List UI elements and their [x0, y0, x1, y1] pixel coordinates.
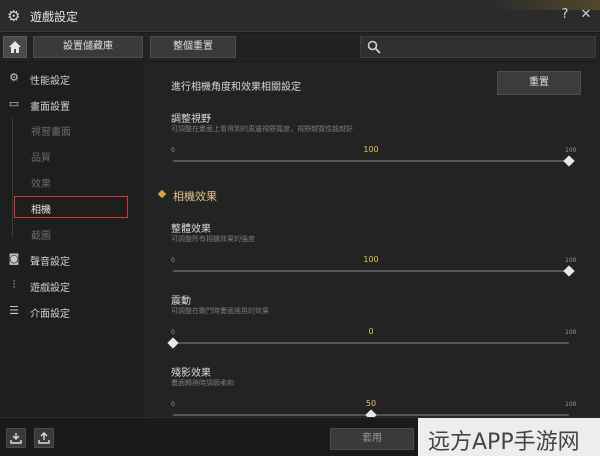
- diamond-bullet-icon: [157, 189, 167, 199]
- sidebar-subitem-quality[interactable]: 品質: [14, 144, 128, 166]
- list-icon: ☰: [9, 304, 19, 317]
- sidebar: ⚙ 性能設定 ▭ 畫面設置 視窗畫面 品質 效果 相機 截圖 ◙ 聲音設定 ⫶ …: [0, 62, 146, 417]
- search-box[interactable]: [360, 36, 596, 58]
- slider-value: 50: [365, 399, 377, 408]
- slider-thumb[interactable]: [563, 265, 575, 277]
- setting-shake: 震動 可調整在戰鬥時畫面搖晃的效果 0 0 100: [167, 292, 581, 356]
- section-title: 相機效果: [173, 190, 217, 203]
- slider-min: 0: [171, 329, 175, 336]
- sidebar-item-sound[interactable]: ◙ 聲音設定: [0, 248, 146, 270]
- slider-min: 0: [171, 401, 175, 408]
- sub-menu-line: [12, 118, 13, 238]
- watermark: 远方APP手游网: [418, 418, 600, 456]
- sidebar-subitem-label: 視窗畫面: [31, 127, 71, 138]
- panel-heading: 進行相機角度和效果相關設定: [171, 82, 301, 93]
- sidebar-subitem-window[interactable]: 視窗畫面: [14, 118, 128, 140]
- sidebar-subitem-effects[interactable]: 效果: [14, 170, 128, 192]
- monitor-icon: ▭: [8, 97, 20, 110]
- slider-min: 0: [171, 147, 175, 154]
- reset-button[interactable]: 重置: [497, 71, 581, 95]
- sidebar-subitem-camera[interactable]: 相機: [14, 196, 128, 218]
- speaker-icon: ◙: [8, 252, 20, 265]
- sidebar-subitem-label: 相機: [31, 205, 51, 216]
- slider-thumb[interactable]: [167, 337, 179, 349]
- slider-thumb[interactable]: [365, 409, 377, 417]
- sidebar-item-game[interactable]: ⫶ 遊戲設定: [0, 274, 146, 296]
- title-bar: ⚙ 遊戲設定 ? ✕: [0, 0, 600, 32]
- home-button[interactable]: [3, 36, 27, 58]
- slider-value: 100: [363, 145, 379, 154]
- sidebar-item-interface[interactable]: ☰ 介面設定: [0, 300, 146, 322]
- sidebar-item-performance[interactable]: ⚙ 性能設定: [0, 67, 146, 89]
- watermark-text: 远方APP手游网: [428, 430, 580, 455]
- sidebar-item-label: 聲音設定: [30, 257, 70, 268]
- setting-field-of-view: 調整視野 可調整在畫面上看得到的周邊視野寬度，視野越寬性能越好 0 100 10…: [171, 110, 581, 174]
- setting-title: 震動: [171, 296, 191, 307]
- gear-icon: ⚙: [7, 7, 21, 25]
- close-button[interactable]: ✕: [577, 6, 595, 24]
- slider-max: 100: [565, 147, 577, 154]
- sidebar-subitem-screenshot[interactable]: 截圖: [14, 222, 128, 244]
- help-button[interactable]: ?: [556, 6, 574, 24]
- sidebar-item-display[interactable]: ▭ 畫面設置: [0, 93, 146, 115]
- setting-afterimage: 殘影效果 畫面轉換時調節柔和 0 50 100: [171, 364, 581, 417]
- sidebar-item-label: 性能設定: [30, 76, 70, 87]
- sidebar-subitem-label: 截圖: [31, 231, 51, 242]
- import-icon: [10, 433, 22, 444]
- sidebar-subitem-label: 品質: [31, 153, 51, 164]
- export-button[interactable]: [34, 428, 54, 448]
- import-button[interactable]: [6, 428, 26, 448]
- main-panel: 進行相機角度和效果相關設定 重置 調整視野 可調整在畫面上看得到的周邊視野寬度，…: [147, 62, 600, 417]
- slider-track[interactable]: [173, 342, 569, 344]
- slider-value: 0: [368, 327, 374, 336]
- search-icon: [367, 40, 381, 54]
- slider-max: 100: [565, 257, 577, 264]
- window-title: 遊戲設定: [30, 10, 79, 24]
- setting-desc: 可調整所有相機效果的強度: [171, 235, 255, 243]
- sidebar-item-label: 遊戲設定: [30, 283, 70, 294]
- slider-thumb[interactable]: [563, 155, 575, 167]
- setting-title: 調整視野: [171, 114, 211, 125]
- reset-all-button[interactable]: 整個重置: [150, 36, 236, 58]
- apply-button[interactable]: 套用: [330, 428, 414, 450]
- setting-desc: 畫面轉換時調節柔和: [171, 379, 234, 387]
- sidebar-item-label: 介面設定: [30, 309, 70, 320]
- slider-track[interactable]: [173, 270, 569, 272]
- home-icon: [9, 41, 21, 53]
- search-input[interactable]: [389, 39, 589, 55]
- setting-desc: 可調整在畫面上看得到的周邊視野寬度，視野越寬性能越好: [171, 125, 353, 133]
- sliders-icon: ⫶: [12, 278, 16, 291]
- export-icon: [38, 432, 50, 444]
- setting-title: 整體效果: [171, 224, 211, 235]
- slider-track[interactable]: [173, 160, 569, 162]
- slider-max: 100: [565, 401, 577, 408]
- setting-overall-effect: 整體效果 可調整所有相機效果的強度 0 100 100: [171, 220, 581, 284]
- save-library-button[interactable]: 設置儲藏庫: [33, 36, 143, 58]
- sidebar-subitem-label: 效果: [31, 179, 51, 190]
- setting-desc: 可調整在戰鬥時畫面搖晃的效果: [171, 307, 269, 315]
- slider-max: 100: [565, 329, 577, 336]
- sidebar-item-label: 畫面設置: [30, 102, 70, 113]
- slider-min: 0: [171, 257, 175, 264]
- toolbar: 設置儲藏庫 整個重置: [0, 33, 600, 61]
- performance-icon: ⚙: [9, 71, 19, 84]
- setting-title: 殘影效果: [171, 368, 211, 379]
- slider-value: 100: [363, 255, 379, 264]
